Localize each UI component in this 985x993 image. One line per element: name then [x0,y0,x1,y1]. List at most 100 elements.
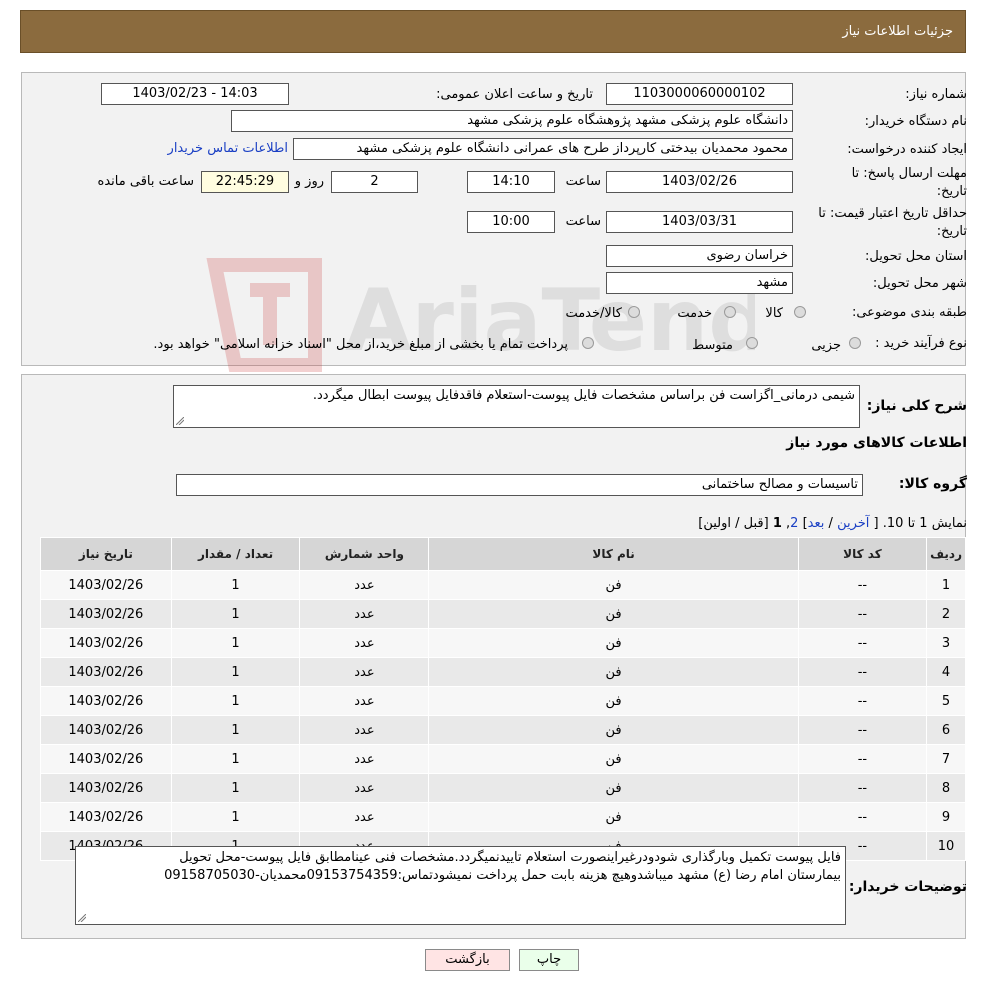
pagination-page-2[interactable]: 2 [790,516,798,531]
description-label: شرح کلی نیاز: [866,398,967,414]
item-name-cell: فن [428,599,799,629]
description-textarea[interactable]: شیمی درمانی_اگزاست فن براساس مشخصات فایل… [173,385,860,428]
city-label: شهر محل تحویل: [872,276,967,291]
quantity-cell: 1 [170,628,301,658]
item-code-cell: -- [797,599,928,629]
item-code-cell: -- [797,744,928,774]
table-row: 6 -- فن عدد 1 1403/02/26 [40,715,966,745]
row-index-cell: 2 [926,599,966,629]
unit-cell: عدد [299,599,430,629]
table-row: 7 -- فن عدد 1 1403/02/26 [40,744,966,774]
process-radio-medium[interactable] [746,337,758,349]
quantity-cell: 1 [170,715,301,745]
need-date-cell: 1403/02/26 [40,570,172,600]
pagination-prefix: نمایش 1 تا 10. [882,516,967,531]
deadline-time-field: 14:10 [467,171,555,193]
quantity-cell: 1 [170,657,301,687]
row-index-cell: 10 [926,831,966,861]
pagination: نمایش 1 تا 10. [ آخرین / بعد] 2, 1 [قبل … [698,516,967,531]
row-index-cell: 1 [926,570,966,600]
creator-label: ایجاد کننده درخواست: [847,142,967,157]
item-name-cell: فن [428,715,799,745]
category-radio-goods[interactable] [794,306,806,318]
validity-time-label: ساعت [565,214,601,229]
quantity-cell: 1 [170,570,301,600]
unit-cell: عدد [299,628,430,658]
item-name-cell: فن [428,802,799,832]
remaining-time-field: 22:45:29 [201,171,289,193]
goods-group-label: گروه کالا: [898,476,967,492]
category-option-goods: کالا [765,306,783,321]
col-header-name: نام کالا [428,537,799,571]
pagination-last-link[interactable]: آخرین [837,516,869,531]
process-radio-treasury[interactable] [582,337,594,349]
row-index-cell: 7 [926,744,966,774]
category-radio-goods-service[interactable] [628,306,640,318]
description-text: شیمی درمانی_اگزاست فن براساس مشخصات فایل… [312,388,855,403]
validity-label-line1: حداقل تاریخ اعتبار قیمت: تا [818,206,967,221]
buyer-notes-line-1: فایل پیوست تکمیل وبارگذاری شودودرغیراینص… [179,850,841,865]
need-date-cell: 1403/02/26 [40,802,172,832]
days-field: 2 [331,171,418,193]
col-header-code: کد کالا [797,537,928,571]
goods-table-header: ردیف کد کالا نام کالا واحد شمارش تعداد /… [40,537,966,571]
row-index-cell: 9 [926,802,966,832]
print-button[interactable]: چاپ [519,949,579,971]
item-name-cell: فن [428,657,799,687]
goods-section-title: اطلاعات کالاهای مورد نیاز [786,435,967,451]
col-header-qty: تعداد / مقدار [170,537,301,571]
item-name-cell: فن [428,744,799,774]
need-date-cell: 1403/02/26 [40,744,172,774]
deadline-date-field: 1403/02/26 [606,171,793,193]
need-number-field: 1103000060000102 [606,83,793,105]
item-code-cell: -- [797,570,928,600]
validity-date-field: 1403/03/31 [606,211,793,233]
table-row: 9 -- فن عدد 1 1403/02/26 [40,802,966,832]
table-row: 8 -- فن عدد 1 1403/02/26 [40,773,966,803]
days-label: روز و [294,174,324,189]
quantity-cell: 1 [170,802,301,832]
pagination-open-bracket: [ [873,516,879,531]
item-code-cell: -- [797,715,928,745]
category-option-service: خدمت [677,306,712,321]
buyer-field: دانشگاه علوم پزشکی مشهد پژوهشگاه علوم پز… [231,110,793,132]
province-field: خراسان رضوی [606,245,793,267]
pagination-next-link[interactable]: بعد [808,516,825,531]
need-date-cell: 1403/02/26 [40,773,172,803]
quantity-cell: 1 [170,599,301,629]
remaining-label: ساعت باقی مانده [97,174,194,189]
resize-grip-icon[interactable] [176,417,184,425]
unit-cell: عدد [299,715,430,745]
province-label: استان محل تحویل: [865,249,967,264]
table-row: 4 -- فن عدد 1 1403/02/26 [40,657,966,687]
row-index-cell: 5 [926,686,966,716]
goods-group-field: تاسیسات و مصالح ساختمانی [176,474,863,496]
process-note: پرداخت تمام یا بخشی از مبلغ خرید،از محل … [153,337,568,352]
city-field: مشهد [606,272,793,294]
resize-grip-icon[interactable] [78,914,86,922]
page-header: جزئیات اطلاعات نیاز [20,10,966,53]
buyer-notes-line-2: بیمارستان امام رضا (ع) مشهد میباشدوهیچ ه… [164,868,841,883]
deadline-time-label: ساعت [565,174,601,189]
unit-cell: عدد [299,686,430,716]
table-row: 2 -- فن عدد 1 1403/02/26 [40,599,966,629]
validity-label-line2: تاریخ: [936,224,967,239]
unit-cell: عدد [299,744,430,774]
announce-label: تاریخ و ساعت اعلان عمومی: [436,87,593,102]
back-button[interactable]: بازگشت [425,949,510,971]
category-label: طبقه بندی موضوعی: [851,305,967,320]
page-title: جزئیات اطلاعات نیاز [842,24,953,39]
deadline-label-line2: تاریخ: [936,184,967,199]
row-index-cell: 8 [926,773,966,803]
col-header-unit: واحد شمارش [299,537,430,571]
need-date-cell: 1403/02/26 [40,599,172,629]
category-radio-service[interactable] [724,306,736,318]
buyer-contact-link[interactable]: اطلاعات تماس خریدار [168,141,288,156]
item-code-cell: -- [797,802,928,832]
validity-time-field: 10:00 [467,211,555,233]
table-row: 5 -- فن عدد 1 1403/02/26 [40,686,966,716]
buyer-notes-textarea[interactable]: فایل پیوست تکمیل وبارگذاری شودودرغیراینص… [75,846,846,925]
row-index-cell: 3 [926,628,966,658]
process-radio-partial[interactable] [849,337,861,349]
item-code-cell: -- [797,628,928,658]
